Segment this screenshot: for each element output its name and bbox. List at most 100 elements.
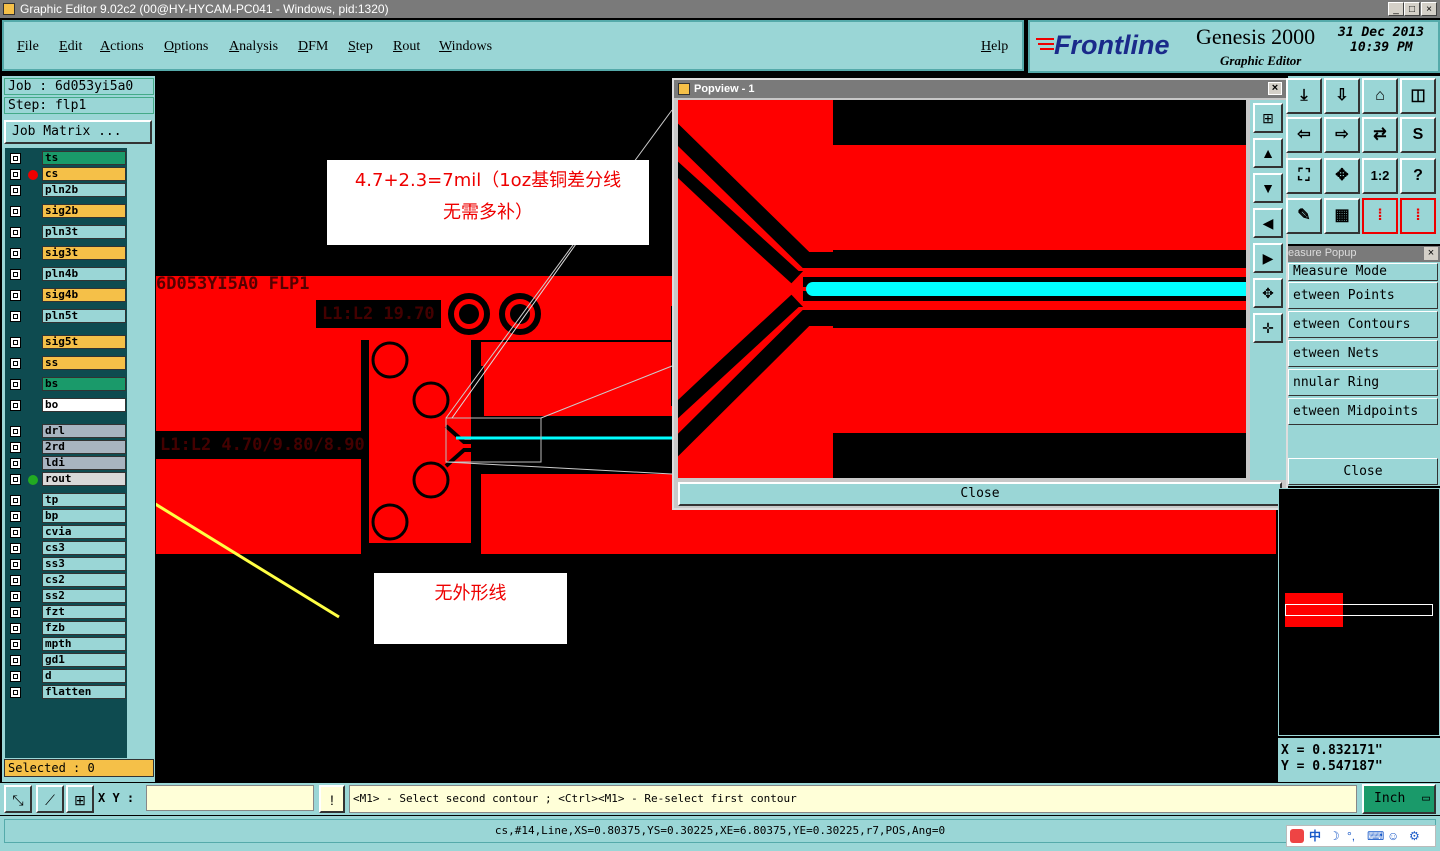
- layer-checkbox[interactable]: [10, 607, 21, 618]
- layer-row-ss3[interactable]: ss3: [8, 557, 126, 572]
- zoom-up-icon[interactable]: ▲: [1253, 138, 1283, 168]
- layer-name[interactable]: bs: [42, 377, 126, 391]
- minimize-button[interactable]: _: [1388, 2, 1404, 16]
- select-mode-icon[interactable]: ⤡: [4, 785, 32, 813]
- overview-map[interactable]: [1278, 488, 1440, 736]
- layer-name[interactable]: bo: [42, 398, 126, 412]
- tool-swap-icon[interactable]: ⇄: [1362, 117, 1398, 153]
- snap-mode-icon[interactable]: ⟋: [36, 785, 64, 813]
- menu-options[interactable]: Options: [164, 39, 208, 55]
- layer-checkbox[interactable]: [10, 623, 21, 634]
- layer-row-mpth[interactable]: mpth: [8, 637, 126, 652]
- xy-input[interactable]: [146, 785, 314, 811]
- layer-checkbox[interactable]: [10, 379, 21, 390]
- layer-name[interactable]: tp: [42, 493, 126, 507]
- popview-close-icon[interactable]: ×: [1268, 82, 1282, 95]
- tool-window-icon[interactable]: ◫: [1400, 78, 1436, 114]
- layer-row-2rd[interactable]: 2rd: [8, 440, 126, 455]
- layer-row-bp[interactable]: bp: [8, 509, 126, 524]
- layer-checkbox[interactable]: [10, 458, 21, 469]
- layer-checkbox[interactable]: [10, 671, 21, 682]
- layer-row-sig3t[interactable]: sig3t: [8, 246, 126, 261]
- menu-edit[interactable]: Edit: [59, 39, 82, 55]
- layer-checkbox[interactable]: [10, 358, 21, 369]
- measure-between-contours[interactable]: etween Contours: [1288, 311, 1438, 338]
- layer-row-sig4b[interactable]: sig4b: [8, 288, 126, 303]
- tool-home-icon[interactable]: ⌂: [1362, 78, 1398, 114]
- layer-checkbox[interactable]: [10, 269, 21, 280]
- tool-move-icon[interactable]: ✥: [1324, 158, 1360, 194]
- popview-canvas[interactable]: [662, 100, 1253, 478]
- layer-name[interactable]: sig2b: [42, 204, 126, 218]
- layer-row-cs2[interactable]: cs2: [8, 573, 126, 588]
- maximize-button[interactable]: □: [1404, 2, 1420, 16]
- layer-checkbox[interactable]: [10, 575, 21, 586]
- layer-row-d[interactable]: d: [8, 669, 126, 684]
- tool-down-icon[interactable]: ⇩: [1324, 78, 1360, 114]
- layer-checkbox[interactable]: [10, 290, 21, 301]
- measure-between-points[interactable]: etween Points: [1288, 282, 1438, 309]
- layer-name[interactable]: ss3: [42, 557, 126, 571]
- layer-name[interactable]: pln5t: [42, 309, 126, 323]
- layer-checkbox[interactable]: [10, 400, 21, 411]
- layer-checkbox[interactable]: [10, 511, 21, 522]
- layer-name[interactable]: bp: [42, 509, 126, 523]
- layer-row-drl[interactable]: drl: [8, 424, 126, 439]
- layer-checkbox[interactable]: [10, 311, 21, 322]
- layer-row-pln2b[interactable]: pln2b: [8, 183, 126, 198]
- layer-checkbox[interactable]: [10, 474, 21, 485]
- tool-export-icon[interactable]: ⤓: [1286, 78, 1322, 114]
- layer-row-pln4b[interactable]: pln4b: [8, 267, 126, 282]
- layer-name[interactable]: flatten: [42, 685, 126, 699]
- job-matrix-button[interactable]: Job Matrix ...: [4, 120, 152, 144]
- tool-palette-icon[interactable]: ✎: [1286, 198, 1322, 234]
- menu-dfm[interactable]: DFM: [298, 39, 328, 55]
- layer-row-gd1[interactable]: gd1: [8, 653, 126, 668]
- layer-name[interactable]: ts: [42, 151, 126, 165]
- layer-checkbox[interactable]: [10, 426, 21, 437]
- close-window-button[interactable]: ×: [1421, 2, 1437, 16]
- tool-right-icon[interactable]: ⇨: [1324, 117, 1360, 153]
- layer-row-tp[interactable]: tp: [8, 493, 126, 508]
- layer-name[interactable]: ss: [42, 356, 126, 370]
- layer-row-pln5t[interactable]: pln5t: [8, 309, 126, 324]
- layer-checkbox[interactable]: [10, 495, 21, 506]
- layer-name[interactable]: cs3: [42, 541, 126, 555]
- layer-name[interactable]: sig4b: [42, 288, 126, 302]
- layer-checkbox[interactable]: [10, 227, 21, 238]
- ime-tray[interactable]: 中 ☽ °, ⌨ ☺ ⚙: [1286, 825, 1436, 847]
- layer-row-ss2[interactable]: ss2: [8, 589, 126, 604]
- layer-checkbox[interactable]: [10, 153, 21, 164]
- layer-checkbox[interactable]: [10, 248, 21, 259]
- layer-row-cs3[interactable]: cs3: [8, 541, 126, 556]
- layer-name[interactable]: pln4b: [42, 267, 126, 281]
- tool-frame-icon[interactable]: ⛶: [1286, 158, 1322, 194]
- layer-row-cs[interactable]: cs: [8, 167, 126, 182]
- measure-between-midpoints[interactable]: etween Midpoints: [1288, 398, 1438, 425]
- measure-between-nets[interactable]: etween Nets: [1288, 340, 1438, 367]
- menu-rout[interactable]: Rout: [393, 39, 420, 55]
- layer-name[interactable]: sig5t: [42, 335, 126, 349]
- layer-checkbox[interactable]: [10, 337, 21, 348]
- layer-checkbox[interactable]: [10, 639, 21, 650]
- menu-actions[interactable]: Actions: [100, 39, 144, 55]
- layer-row-bs[interactable]: bs: [8, 377, 126, 392]
- tool-snake-icon[interactable]: S: [1400, 117, 1436, 153]
- measure-close-icon[interactable]: ×: [1424, 247, 1438, 260]
- layer-name[interactable]: fzb: [42, 621, 126, 635]
- layer-row-ts[interactable]: ts: [8, 151, 126, 166]
- tool-scale-icon[interactable]: 1:2: [1362, 158, 1398, 194]
- layer-checkbox[interactable]: [10, 442, 21, 453]
- layer-name[interactable]: d: [42, 669, 126, 683]
- grid-mode-icon[interactable]: ⊞: [66, 785, 94, 813]
- tool-left-icon[interactable]: ⇦: [1286, 117, 1322, 153]
- layer-checkbox[interactable]: [10, 185, 21, 196]
- zoom-in-icon[interactable]: ⊞: [1253, 103, 1283, 133]
- menu-file[interactable]: File: [17, 39, 39, 55]
- layer-row-sig5t[interactable]: sig5t: [8, 335, 126, 350]
- alert-icon[interactable]: !: [319, 785, 345, 813]
- layer-row-sig2b[interactable]: sig2b: [8, 204, 126, 219]
- layer-name[interactable]: gd1: [42, 653, 126, 667]
- layer-checkbox[interactable]: [10, 687, 21, 698]
- tool-net2-icon[interactable]: ⁞: [1400, 198, 1436, 234]
